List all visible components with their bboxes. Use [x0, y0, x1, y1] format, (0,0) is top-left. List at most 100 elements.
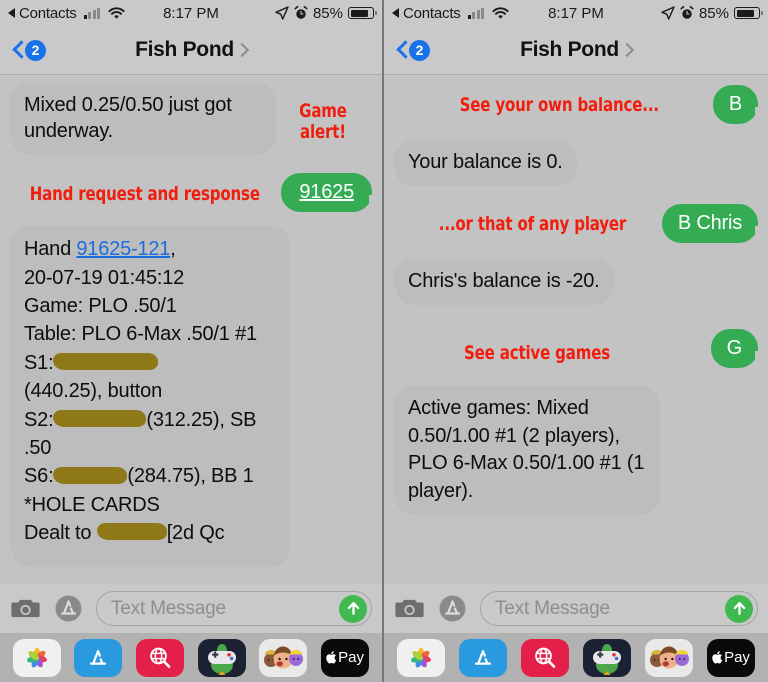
message-bubble-hand-report[interactable]: Hand 91625-121, 20-07-19 01:45:12 Game: PL… [3, 226, 290, 568]
hand-report-dealt-suffix: [2d Qc [166, 522, 225, 545]
hand-report-line1-suffix: , [170, 238, 176, 261]
message-bubble-outgoing[interactable]: 91625 [281, 172, 379, 213]
battery-percent-label: 85% [698, 4, 729, 22]
apple-pay-app-icon[interactable]: Pay [707, 638, 755, 677]
message-bubble-incoming[interactable]: Mixed 0.25/0.50 just got underway. [3, 83, 276, 155]
message-row: Active games: Mixed 0.50/1.00 #1 (2 play… [387, 385, 758, 516]
annotation-active-games: See active games [463, 341, 611, 364]
game-pigeon-app-icon[interactable] [583, 638, 631, 677]
message-thread-right[interactable]: See your own balance... B Your balance i… [384, 75, 768, 633]
redaction-mark [53, 409, 147, 427]
camera-button[interactable] [10, 593, 41, 624]
message-row: Chris's balance is -20. [387, 259, 758, 305]
camera-icon [395, 599, 424, 618]
alarm-clock-icon [294, 6, 308, 20]
message-bubble-incoming[interactable]: Chris's balance is -20. [387, 259, 614, 305]
app-store-app-icon[interactable] [74, 638, 123, 677]
images-search-app-icon[interactable] [521, 638, 569, 677]
message-row: Your balance is 0. [387, 140, 758, 187]
hand-report-seat6-info: (284.75), BB 1 [127, 465, 254, 488]
hand-report-seat1-info: (440.25), button [24, 380, 163, 403]
message-text: Your balance is 0. [408, 151, 563, 174]
send-arrow-up-icon [733, 602, 745, 615]
hand-id-link[interactable]: 91625-121 [76, 238, 170, 260]
message-row: See active games G [394, 328, 766, 369]
annotation-hand-request: Hand request and response [29, 182, 260, 205]
status-bar: Contacts 8:17 PM 85% [384, 0, 768, 26]
message-text: G [726, 336, 743, 359]
memoji-stickers-app-icon[interactable] [645, 638, 693, 677]
message-input-field[interactable]: Text Message [480, 591, 758, 626]
back-button[interactable]: 2 [12, 39, 46, 61]
app-drawer-dock: Pay [384, 633, 768, 682]
message-row: Hand 91625-121, 20-07-19 01:45:12 Game: PL… [3, 226, 372, 568]
message-row: ...or that of any player B Chris [394, 203, 766, 244]
photos-app-icon[interactable] [397, 638, 445, 677]
message-text: 91625 [299, 180, 354, 203]
conversation-title-button[interactable]: Fish Pond [520, 38, 632, 62]
redaction-mark [53, 352, 159, 370]
chevron-right-icon [237, 42, 247, 58]
navigation-bar: 2 Fish Pond [384, 26, 768, 75]
memoji-stickers-app-icon[interactable] [259, 638, 308, 677]
redaction-mark [96, 523, 167, 541]
message-bubble-outgoing[interactable]: B [712, 85, 766, 125]
message-input-field[interactable]: Text Message [96, 591, 372, 626]
app-drawer-dock: Pay [0, 633, 382, 682]
camera-button[interactable] [394, 593, 425, 624]
message-input-placeholder: Text Message [495, 597, 610, 619]
navigation-bar: 2 Fish Pond [0, 26, 382, 75]
message-row: See your own balance... B [394, 85, 766, 125]
hand-report-seat2-label: S2: [24, 408, 54, 431]
location-arrow-icon [661, 6, 675, 20]
send-button[interactable] [725, 594, 753, 623]
message-text: B [728, 93, 742, 115]
message-toolbar: Text Message [384, 584, 768, 633]
hand-report-line1-prefix: Hand [24, 238, 77, 261]
annotation-own-balance: See your own balance... [459, 94, 659, 116]
chevron-left-icon [396, 40, 408, 60]
hand-report-seat1-label: S1: [24, 351, 54, 374]
send-button[interactable] [339, 594, 367, 623]
message-bubble-incoming[interactable]: Your balance is 0. [387, 140, 577, 187]
annotation-any-player: ...or that of any player [438, 212, 627, 235]
app-store-app-icon[interactable] [459, 638, 507, 677]
message-thread-left[interactable]: Mixed 0.25/0.50 just got underway. Game … [0, 75, 382, 633]
message-row: Hand request and response 91625 [10, 172, 379, 213]
page-title: Fish Pond [520, 38, 619, 61]
chevron-right-icon [622, 42, 632, 58]
redaction-mark [53, 466, 128, 484]
message-bubble-outgoing[interactable]: G [710, 328, 766, 369]
photos-app-icon[interactable] [12, 638, 61, 677]
alarm-clock-icon [680, 6, 694, 20]
right-phone-screen: Contacts 8:17 PM 85% 2 Fish Pond See you… [384, 0, 768, 682]
images-search-app-icon[interactable] [136, 638, 185, 677]
dual-screenshot-container: Contacts 8:17 PM 85% 2 Fish Pond Mixed 0… [0, 0, 768, 682]
message-text: Chris's balance is -20. [408, 270, 600, 293]
message-toolbar: Text Message [0, 584, 382, 633]
apple-pay-label: Pay [712, 649, 750, 666]
page-title: Fish Pond [135, 38, 234, 61]
camera-icon [11, 599, 40, 618]
back-button[interactable]: 2 [396, 39, 430, 61]
message-bubble-incoming[interactable]: Active games: Mixed 0.50/1.00 #1 (2 play… [387, 385, 660, 516]
chevron-left-icon [12, 40, 24, 60]
apple-logo-icon [712, 651, 723, 664]
hand-report-seat6-label: S6: [24, 465, 54, 488]
app-store-drawer-button[interactable] [437, 593, 468, 624]
message-bubble-outgoing[interactable]: B Chris [661, 203, 766, 244]
app-store-icon [439, 595, 466, 622]
apple-logo-icon [326, 651, 337, 664]
battery-icon [734, 7, 763, 19]
apple-pay-label: Pay [326, 649, 364, 666]
message-text: B Chris [677, 211, 742, 234]
location-arrow-icon [275, 6, 289, 20]
conversation-title-button[interactable]: Fish Pond [135, 38, 247, 62]
apple-pay-text: Pay [338, 649, 365, 666]
hand-report-timestamp: 20-07-19 01:45:12 [24, 266, 185, 289]
message-input-placeholder: Text Message [111, 597, 226, 619]
game-pigeon-app-icon[interactable] [197, 638, 246, 677]
status-bar: Contacts 8:17 PM 85% [0, 0, 382, 26]
app-store-drawer-button[interactable] [53, 593, 84, 624]
apple-pay-app-icon[interactable]: Pay [321, 638, 370, 677]
